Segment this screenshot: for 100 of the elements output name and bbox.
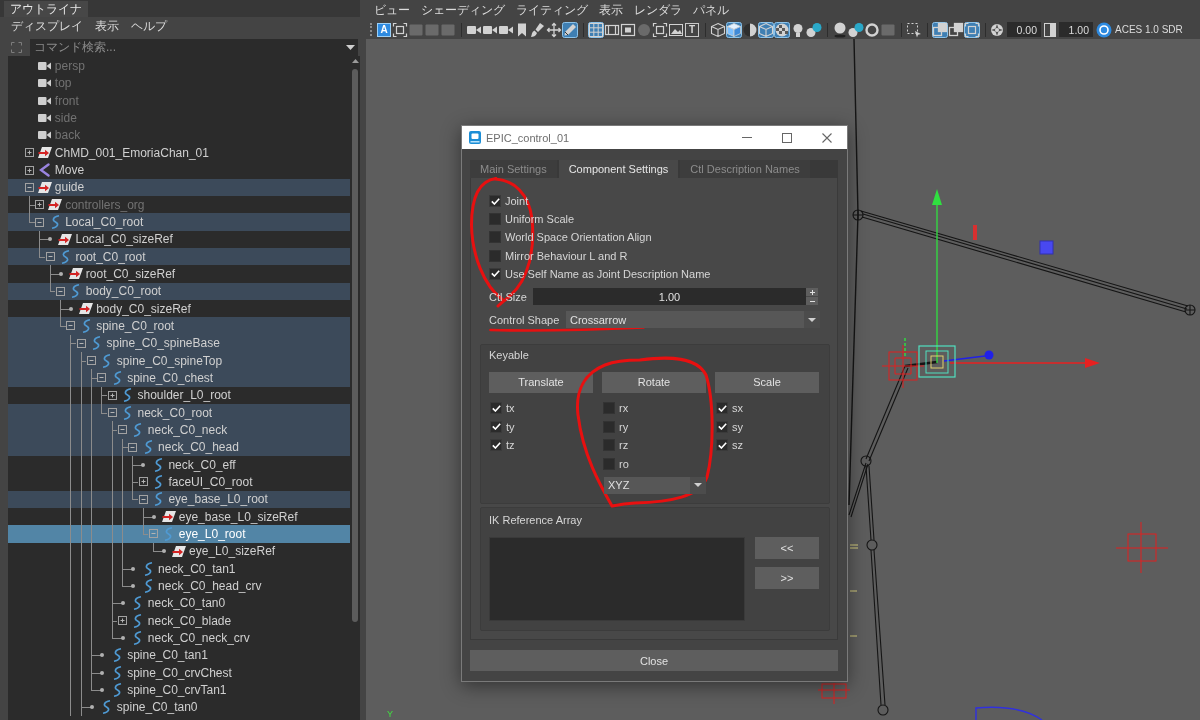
decrement-button[interactable]	[806, 297, 818, 306]
menu-item[interactable]: ヘルプ	[131, 17, 167, 35]
stacked-squares-icon[interactable]	[932, 21, 948, 38]
dashed-select-icon[interactable]	[906, 21, 922, 38]
checkbox[interactable]	[489, 231, 501, 244]
tree-row[interactable]: neck_C0_head_crv	[8, 577, 350, 595]
move-item-button[interactable]: >>	[755, 566, 819, 589]
half-sphere-icon[interactable]	[742, 21, 758, 38]
scrollbar-thumb[interactable]	[352, 69, 358, 622]
collapse-toggle-icon[interactable]	[45, 252, 55, 262]
collapse-toggle-icon[interactable]	[128, 442, 138, 452]
checkbox[interactable]	[716, 420, 728, 433]
move-cross-icon[interactable]	[546, 21, 562, 38]
half-square-icon[interactable]	[1044, 22, 1056, 37]
pencil-icon[interactable]	[562, 21, 578, 38]
tree-row[interactable]: neck_C0_root	[8, 403, 350, 422]
letter-tool-button[interactable]: A	[377, 22, 391, 37]
grip-handle-icon[interactable]	[370, 23, 372, 36]
tree-row[interactable]: neck_C0_neck	[8, 421, 350, 439]
tree-row[interactable]: spine_C0_tan1	[8, 646, 350, 664]
tree-row[interactable]: spine_C0_chest	[8, 369, 350, 387]
checkbox[interactable]	[489, 267, 501, 280]
collapse-toggle-icon[interactable]	[107, 408, 117, 418]
tree-row[interactable]: guide	[8, 178, 350, 196]
tree-row[interactable]: neck_C0_eff	[8, 455, 350, 474]
collapse-toggle-icon[interactable]	[76, 338, 86, 348]
ring-icon[interactable]	[864, 21, 880, 38]
increment-button[interactable]	[806, 288, 818, 297]
collapse-toggle-icon[interactable]	[149, 529, 159, 539]
checkbox[interactable]	[489, 249, 501, 262]
tree-row[interactable]: body_C0_sizeRef	[8, 300, 350, 318]
menu-item[interactable]: ディスプレイ	[11, 17, 83, 35]
tree-row[interactable]: neck_C0_tan0	[8, 594, 350, 612]
close-dialog-button[interactable]: Close	[470, 650, 838, 671]
menu-item[interactable]: 表示	[599, 1, 623, 19]
tree-row[interactable]: spine_C0_crvTan1	[8, 681, 350, 699]
collapse-toggle-icon[interactable]	[138, 494, 148, 504]
collapse-toggle-icon[interactable]	[35, 217, 45, 227]
move-manipulator[interactable]	[904, 189, 1100, 378]
picture-icon[interactable]	[668, 21, 684, 38]
checkbox[interactable]	[489, 195, 501, 208]
sphere-icon[interactable]	[832, 21, 848, 38]
spheres-icon[interactable]	[848, 21, 864, 38]
expand-toggle-icon[interactable]	[138, 477, 148, 487]
tree-row[interactable]: spine_C0_crvChest	[8, 663, 350, 682]
expand-toggle-icon[interactable]	[118, 616, 128, 626]
tree-row[interactable]: eye_base_L0_sizeRef	[8, 507, 350, 526]
expand-toggle-icon[interactable]	[35, 200, 45, 210]
tree-row[interactable]: eye_L0_sizeRef	[8, 542, 350, 560]
cube-icon[interactable]	[758, 21, 774, 38]
shaded-cube-icon[interactable]	[726, 21, 742, 38]
color-management-icon[interactable]	[1096, 21, 1112, 38]
tree-row[interactable]: faceUI_C0_root	[8, 473, 350, 491]
number-field[interactable]: 1.00	[533, 288, 806, 306]
collapse-toggle-icon[interactable]	[87, 356, 97, 366]
dropdown[interactable]: XYZ	[604, 476, 706, 494]
checkbox[interactable]	[716, 402, 728, 415]
panel-tab[interactable]: アウトライナ	[4, 1, 88, 17]
tree-row[interactable]: neck_C0_tan1	[8, 559, 350, 578]
tree-row[interactable]: Local_C0_root	[8, 213, 350, 231]
tab[interactable]: Component Settings	[558, 160, 679, 178]
collapse-toggle-icon[interactable]	[56, 286, 66, 296]
tree-row[interactable]: root_C0_root	[8, 248, 350, 266]
collapse-toggle-icon[interactable]	[25, 182, 35, 192]
checkbox[interactable]	[490, 402, 502, 415]
tree-row[interactable]: spine_C0_tan0	[8, 698, 350, 716]
frame-icon[interactable]	[964, 21, 980, 38]
checker-icon[interactable]	[774, 21, 790, 38]
channel-group-button[interactable]: Scale	[715, 371, 819, 393]
checkbox[interactable]	[490, 420, 502, 433]
frame-icon[interactable]	[392, 21, 408, 38]
tree-row[interactable]: eye_base_L0_root	[8, 490, 350, 508]
tree-row[interactable]: neck_C0_neck_crv	[8, 629, 350, 647]
menu-item[interactable]: パネル	[693, 1, 729, 19]
tree-row[interactable]: root_C0_sizeRef	[8, 265, 350, 283]
gamma-field[interactable]: 1.00	[1059, 22, 1093, 37]
tree-row[interactable]: Move	[8, 161, 350, 179]
spheres-icon[interactable]	[806, 21, 822, 38]
collapse-toggle-icon[interactable]	[97, 373, 107, 383]
collapse-toggle-icon[interactable]	[66, 321, 76, 331]
aperture-icon[interactable]	[990, 22, 1004, 37]
expand-toggle-icon[interactable]	[25, 165, 35, 175]
dropdown-caret-icon[interactable]	[345, 44, 355, 50]
menu-item[interactable]: ライティング	[516, 1, 588, 19]
menu-item[interactable]: ビュー	[374, 1, 410, 19]
tree-row[interactable]: eye_L0_root	[8, 525, 350, 543]
menu-item[interactable]: 表示	[95, 17, 119, 35]
channel-group-button[interactable]: Translate	[489, 371, 593, 393]
channel-group-button[interactable]: Rotate	[602, 371, 706, 393]
tree-row[interactable]: shoulder_L0_root	[8, 386, 350, 404]
stacked-squares-icon[interactable]	[948, 21, 964, 38]
search-field[interactable]: コマンド検索...	[30, 38, 342, 56]
collapse-toggle-icon[interactable]	[118, 425, 128, 435]
tree-row[interactable]: Local_C0_sizeRef	[8, 230, 350, 248]
exposure-field[interactable]: 0.00	[1007, 22, 1041, 37]
move-item-button[interactable]: <<	[755, 536, 819, 559]
cube-icon[interactable]	[710, 21, 726, 38]
brush-icon[interactable]	[530, 21, 546, 38]
dropdown-caret-icon[interactable]	[808, 317, 816, 322]
color-space-menu[interactable]: ACES 1.0 SDR	[1115, 24, 1183, 35]
